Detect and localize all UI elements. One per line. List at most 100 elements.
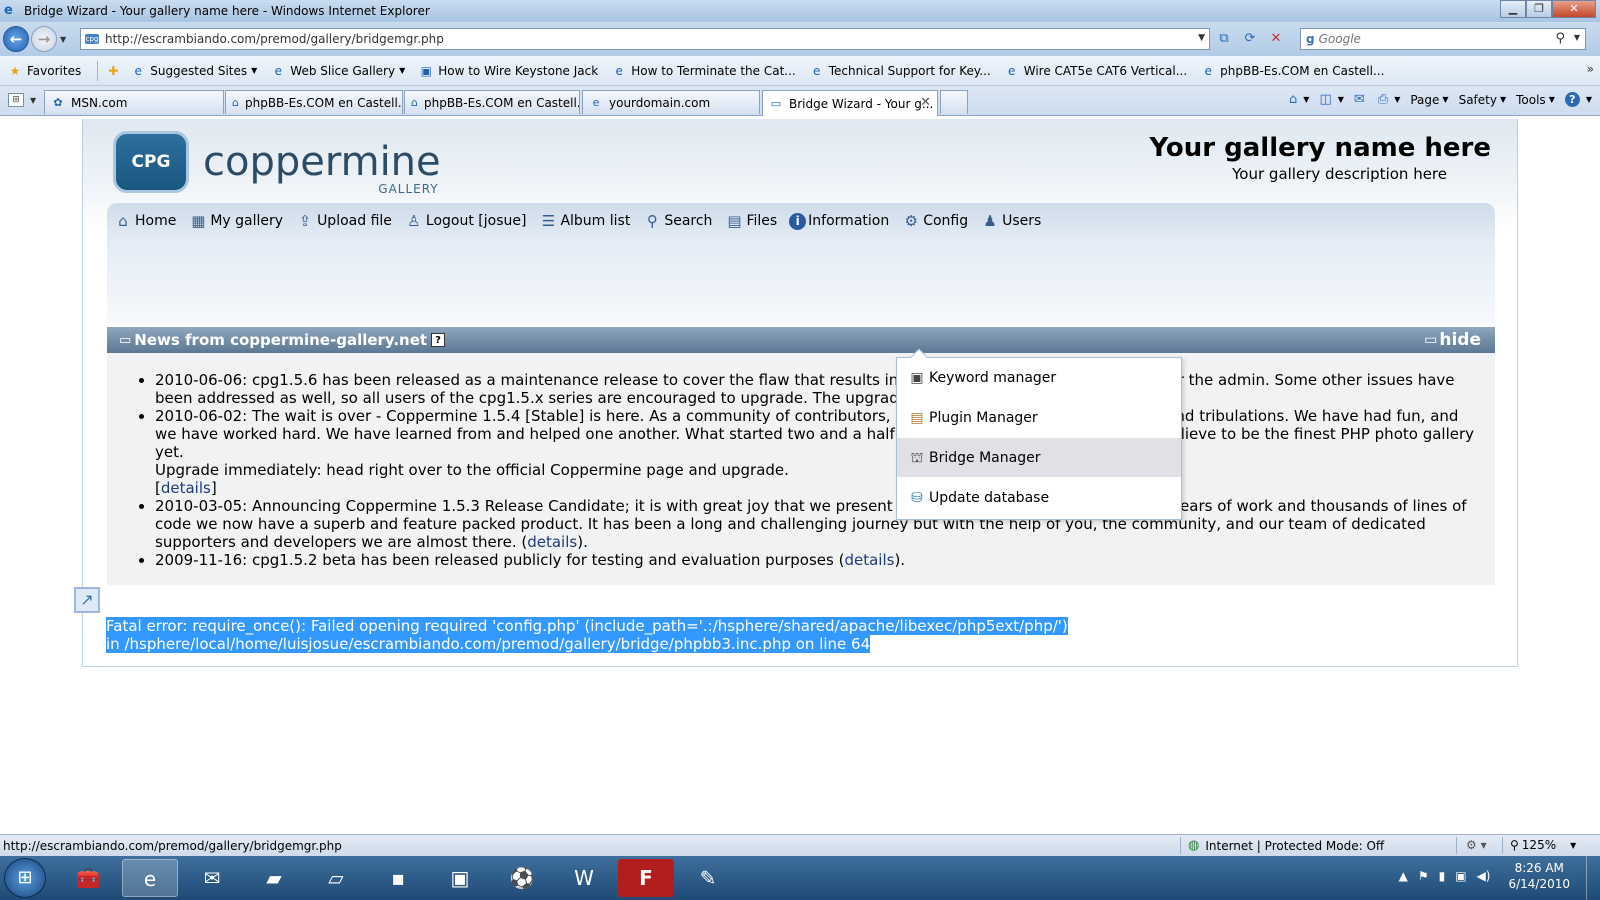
- close-window-button[interactable]: ✕: [1552, 0, 1596, 18]
- menu-my-gallery[interactable]: ▦ My gallery: [188, 211, 283, 231]
- menu-search[interactable]: ⚲ Search: [642, 211, 713, 231]
- fav-item-suggested-sites[interactable]: e Suggested Sites ▼: [131, 64, 258, 78]
- dropdown-plugin-manager[interactable]: ▤ Plugin Manager: [897, 398, 1181, 437]
- plugin-manager-icon: ▤: [910, 409, 924, 426]
- menu-upload-file[interactable]: ⇪ Upload file: [295, 211, 392, 231]
- hide-icon: ▭: [1424, 332, 1438, 348]
- dropdown-update-database[interactable]: ⛁ Update database: [897, 478, 1181, 517]
- feeds-command[interactable]: ◫ ▼: [1319, 92, 1343, 107]
- chevron-down-icon: ▼: [251, 66, 258, 75]
- menu-home[interactable]: ⌂ Home: [113, 211, 176, 231]
- menu-information[interactable]: i Information: [789, 212, 889, 230]
- taskbar: ⊞ 🧰 e ✉ ▰ ▱ ▪ ▣ ⚽ W F ✎ ▲ ⚑ ▮ ▣ ◀) 8:26 …: [0, 856, 1600, 900]
- minimize-button[interactable]: ▁: [1500, 0, 1526, 18]
- menu-album-list[interactable]: ☰ Album list: [538, 211, 631, 231]
- help-icon[interactable]: ?: [431, 333, 446, 347]
- taskbar-folder-icon[interactable]: ▰: [246, 859, 302, 897]
- taskbar-network-icon[interactable]: ▣: [432, 859, 488, 897]
- dropdown-bridge-manager[interactable]: ⛫ Bridge Manager: [897, 438, 1181, 477]
- network-tray-icon[interactable]: ▣: [1455, 869, 1466, 883]
- more-favorites-chevron-icon[interactable]: »: [1587, 62, 1594, 76]
- clock[interactable]: 8:26 AM 6/14/2010: [1508, 860, 1570, 892]
- hide-news-button[interactable]: ▭ hide: [1424, 330, 1481, 350]
- page-menu[interactable]: Page ▼: [1410, 93, 1448, 107]
- security-zone[interactable]: ◍ Internet | Protected Mode: Off: [1188, 838, 1384, 853]
- news-item-text: 2010-06-02: The wait is over - Coppermin…: [155, 407, 1475, 461]
- volume-icon[interactable]: ◀): [1477, 869, 1491, 883]
- help-menu[interactable]: ? ▼: [1564, 92, 1592, 107]
- start-button[interactable]: ⊞: [4, 858, 46, 898]
- news-item: 2010-03-05: Announcing Coppermine 1.5.3 …: [155, 497, 1475, 551]
- taskbar-word-icon[interactable]: W: [556, 859, 612, 897]
- menu-files[interactable]: ▤ Files: [724, 211, 777, 231]
- address-row: ← → ▼ cpg http://escrambiando.com/premod…: [0, 22, 1600, 56]
- gallery-container: CPG coppermine GALLERY Your gallery name…: [82, 119, 1518, 667]
- favorites-button[interactable]: ★ Favorites: [8, 64, 82, 78]
- fav-item-phpbb-es[interactable]: e phpBB-Es.COM en Castell...: [1201, 64, 1384, 78]
- fav-item-keystone-jack[interactable]: ▣ How to Wire Keystone Jack: [419, 64, 599, 78]
- details-link[interactable]: details: [527, 533, 577, 551]
- refresh-icon[interactable]: ⟳: [1241, 30, 1259, 48]
- action-center-flag-icon[interactable]: ⚑: [1418, 869, 1429, 883]
- print-command[interactable]: ⎙ ▼: [1378, 92, 1401, 107]
- tab-phpbb-1[interactable]: ⌂ phpBB-Es.COM en Castell...: [225, 90, 403, 114]
- status-url: http://escrambiando.com/premod/gallery/b…: [3, 838, 342, 853]
- protected-mode-icon[interactable]: ⚙ ▾: [1466, 838, 1487, 852]
- read-mail-command[interactable]: ✉: [1354, 92, 1368, 107]
- back-button[interactable]: ←: [3, 26, 29, 52]
- search-box[interactable]: g ⚲ ▼: [1300, 28, 1586, 50]
- tab-yourdomain[interactable]: e yourdomain.com: [582, 90, 760, 114]
- show-hidden-icons-icon[interactable]: ▲: [1399, 869, 1408, 883]
- dropdown-keyword-manager[interactable]: ▣ Keyword manager: [897, 358, 1181, 397]
- favorites-bar: ★ Favorites ✚ e Suggested Sites ▼ e Web …: [0, 56, 1600, 86]
- taskbar-filezilla-icon[interactable]: F: [618, 859, 674, 897]
- taskbar-remote-desktop-icon[interactable]: ▱: [308, 859, 364, 897]
- taskbar-soccer-ball-icon[interactable]: ⚽: [494, 859, 550, 897]
- tab-phpbb-2[interactable]: ⌂ phpBB-Es.COM en Castell...: [404, 90, 580, 114]
- zoom-control[interactable]: ⚲ 125% ▼: [1510, 838, 1576, 852]
- taskbar-toolbox-icon[interactable]: 🧰: [60, 859, 116, 897]
- taskbar-paint-icon[interactable]: ✎: [680, 859, 736, 897]
- menu-logout[interactable]: ♙ Logout [josue]: [404, 211, 526, 231]
- menu-users[interactable]: ♟ Users: [980, 211, 1041, 231]
- search-options-dropdown-icon[interactable]: ▼: [1574, 33, 1580, 42]
- address-dropdown-icon[interactable]: ▼: [1198, 33, 1205, 43]
- search-input[interactable]: [1318, 32, 1539, 46]
- address-url[interactable]: http://escrambiando.com/premod/gallery/b…: [105, 32, 444, 46]
- recent-pages-dropdown[interactable]: ▼: [60, 35, 66, 44]
- fav-item-wire-cat5e[interactable]: e Wire CAT5e CAT6 Vertical...: [1005, 64, 1187, 78]
- fav-item-technical-support[interactable]: e Technical Support for Key...: [810, 64, 991, 78]
- details-link[interactable]: details: [161, 479, 211, 497]
- search-icon[interactable]: ⚲: [1555, 31, 1565, 46]
- quick-tabs-icon[interactable]: ⊞: [8, 93, 24, 107]
- tab-msn[interactable]: ✿ MSN.com: [44, 90, 224, 114]
- expand-icon[interactable]: ↗: [74, 587, 100, 613]
- fav-item-terminate-cat[interactable]: e How to Terminate the Cat...: [612, 64, 796, 78]
- close-tab-icon[interactable]: ✕: [920, 95, 931, 110]
- tools-menu[interactable]: Tools ▼: [1516, 93, 1555, 107]
- safety-menu[interactable]: Safety ▼: [1459, 93, 1507, 107]
- tab-bridge-wizard[interactable]: ▭ Bridge Wizard - Your g... ✕: [762, 90, 938, 116]
- gallery-logo[interactable]: CPG coppermine GALLERY: [113, 131, 441, 196]
- tab-row: ⊞ ▼ ✿ MSN.com ⌂ phpBB-Es.COM en Castell.…: [0, 86, 1600, 116]
- new-tab-button[interactable]: [940, 90, 968, 114]
- album-list-icon: ☰: [541, 212, 556, 230]
- address-bar[interactable]: cpg http://escrambiando.com/premod/galle…: [80, 28, 1210, 50]
- power-icon[interactable]: ▮: [1439, 869, 1446, 883]
- show-desktop-button[interactable]: [1586, 856, 1600, 900]
- stop-icon[interactable]: ✕: [1267, 30, 1285, 48]
- taskbar-command-prompt-icon[interactable]: ▪: [370, 859, 426, 897]
- fav-item-web-slice-gallery[interactable]: e Web Slice Gallery ▼: [271, 64, 406, 78]
- home-command[interactable]: ⌂ ▼: [1289, 92, 1309, 107]
- taskbar-internet-explorer-icon[interactable]: e: [122, 859, 178, 897]
- add-to-favorites-button[interactable]: ✚: [106, 64, 125, 78]
- menu-config[interactable]: ⚙ Config: [901, 211, 968, 231]
- status-separator: [1180, 837, 1181, 854]
- maximize-button[interactable]: ❐: [1526, 0, 1552, 18]
- command-bar: ⌂ ▼ ◫ ▼ ✉ ⎙ ▼ Page ▼ Safety ▼ Tools ▼ ? ▼: [1289, 92, 1592, 107]
- tab-list-dropdown-icon[interactable]: ▼: [30, 96, 36, 105]
- details-link[interactable]: details: [844, 551, 894, 569]
- forward-button[interactable]: →: [31, 26, 57, 52]
- taskbar-outlook-icon[interactable]: ✉: [184, 859, 240, 897]
- compatibility-view-icon[interactable]: ⧉: [1215, 30, 1233, 48]
